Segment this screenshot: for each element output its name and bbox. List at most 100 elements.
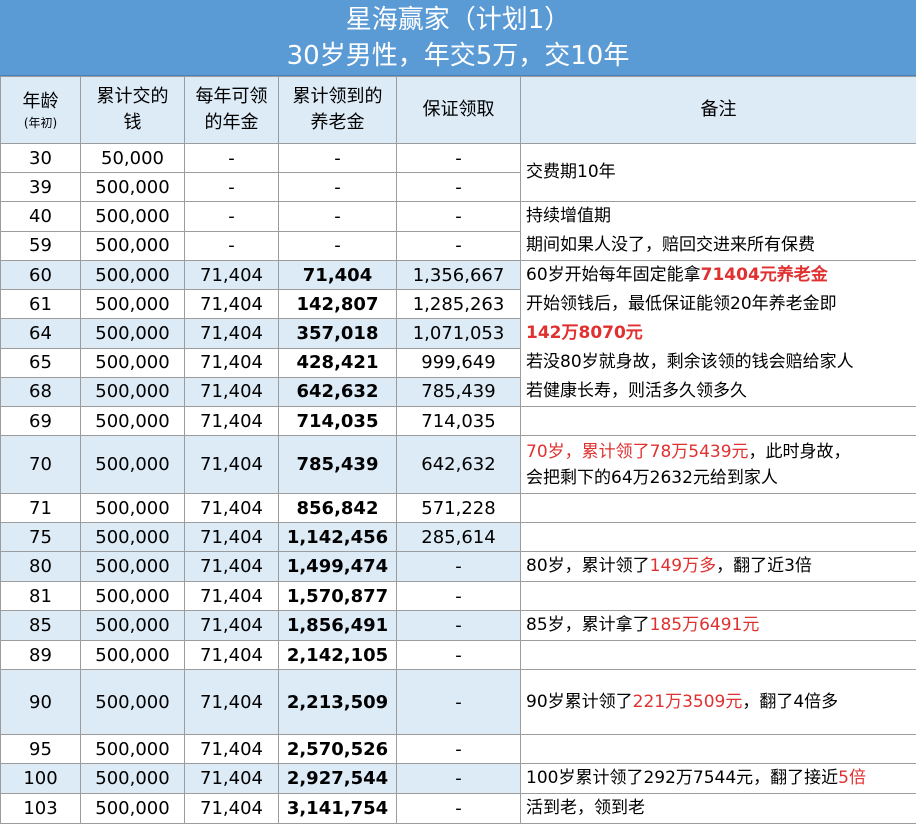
note-age-70: 70岁，累计领了78万5439元，此时身故， (526, 439, 916, 465)
cell-paid: 500,000 (81, 764, 185, 794)
cell-paid: 500,000 (81, 319, 185, 348)
cell-annuity: 71,404 (185, 407, 279, 436)
cell-paid: 500,000 (81, 436, 185, 494)
cell-note: 90岁累计领了221万3509元，翻了4倍多 (521, 670, 916, 735)
cell-paid: 500,000 (81, 735, 185, 764)
cell-age: 95 (1, 735, 81, 764)
cell-paid: 500,000 (81, 261, 185, 290)
cell-age: 60 (1, 261, 81, 290)
cell-annuity: 71,404 (185, 764, 279, 794)
cell-annuity: 71,404 (185, 290, 279, 319)
header-row: 年龄(年初) 累计交的钱 每年可领的年金 累计领到的养老金 保证领取 备注 (1, 77, 916, 144)
title-banner: 星海赢家（计划1） 30岁男性，年交5万，交10年 (0, 0, 916, 76)
table-row: 90500,00071,4042,213,509-90岁累计领了221万3509… (1, 670, 916, 735)
cell-note (521, 582, 916, 611)
cell-guaranteed: - (397, 144, 521, 173)
note-guarantee-amount: 142万8070元 (526, 319, 916, 348)
cell-cumulative: - (279, 144, 397, 173)
cell-guaranteed: - (397, 764, 521, 794)
plan-subtitle: 30岁男性，年交5万，交10年 (0, 38, 916, 74)
cell-note: 70岁，累计领了78万5439元，此时身故，会把剩下的64万2632元给到家人 (521, 436, 916, 494)
cell-guaranteed: 642,632 (397, 436, 521, 494)
cell-annuity: 71,404 (185, 552, 279, 582)
cell-note: 活到老，领到老 (521, 794, 916, 824)
cell-paid: 50,000 (81, 144, 185, 173)
cell-paid: 500,000 (81, 794, 185, 824)
plan-title: 星海赢家（计划1） (0, 0, 916, 38)
table-row: 103500,00071,4043,141,754-活到老，领到老 (1, 794, 916, 824)
cell-cumulative: - (279, 231, 397, 261)
cell-guaranteed: 1,071,053 (397, 319, 521, 348)
table-row: 3050,000---交费期10年 (1, 144, 916, 173)
cell-guaranteed: - (397, 794, 521, 824)
cell-guaranteed: - (397, 202, 521, 232)
cell-cumulative: 3,141,754 (279, 794, 397, 824)
cell-paid: 500,000 (81, 290, 185, 319)
cell-guaranteed: 1,285,263 (397, 290, 521, 319)
cell-guaranteed: - (397, 735, 521, 764)
cell-note: 80岁，累计领了149万多，翻了近3倍 (521, 552, 916, 582)
cell-age: 39 (1, 173, 81, 202)
note-start-annuity: 60岁开始每年固定能拿71404元养老金 (526, 261, 916, 290)
cell-age: 68 (1, 377, 81, 406)
note-age-70-family: 会把剩下的64万2632元给到家人 (526, 465, 916, 491)
cell-paid: 500,000 (81, 377, 185, 406)
note-growth-desc: 期间如果人没了，赔回交进来所有保费 (526, 231, 916, 260)
cell-age: 61 (1, 290, 81, 319)
cell-paid: 500,000 (81, 523, 185, 552)
cell-annuity: 71,404 (185, 377, 279, 406)
cell-cumulative: 2,142,105 (279, 641, 397, 670)
cell-paid: 500,000 (81, 494, 185, 523)
cell-paid: 500,000 (81, 611, 185, 641)
cell-cumulative: 1,142,456 (279, 523, 397, 552)
cell-guaranteed: - (397, 611, 521, 641)
cell-annuity: 71,404 (185, 436, 279, 494)
cell-cumulative: - (279, 173, 397, 202)
cell-note: 85岁，累计拿了185万6491元 (521, 611, 916, 641)
cell-annuity: - (185, 231, 279, 261)
cell-annuity: 71,404 (185, 794, 279, 824)
cell-cumulative: 642,632 (279, 377, 397, 406)
cell-cumulative: 1,570,877 (279, 582, 397, 611)
header-annuity: 每年可领的年金 (185, 77, 279, 144)
table-row: 69500,00071,404714,035714,035 (1, 407, 916, 436)
cell-note: 持续增值期期间如果人没了，赔回交进来所有保费 (521, 202, 916, 261)
cell-annuity: - (185, 202, 279, 232)
cell-cumulative: 1,499,474 (279, 552, 397, 582)
note-age-85: 85岁，累计拿了185万6491元 (526, 615, 759, 635)
cell-age: 59 (1, 231, 81, 261)
cell-age: 81 (1, 582, 81, 611)
note-age-103: 活到老，领到老 (526, 798, 645, 818)
note-growth-title: 持续增值期 (526, 202, 916, 231)
cell-cumulative: 2,927,544 (279, 764, 397, 794)
table-row: 89500,00071,4042,142,105- (1, 641, 916, 670)
cell-paid: 500,000 (81, 348, 185, 377)
cell-note (521, 523, 916, 552)
cell-annuity: 71,404 (185, 670, 279, 735)
cell-age: 80 (1, 552, 81, 582)
cell-annuity: 71,404 (185, 494, 279, 523)
cell-cumulative: 714,035 (279, 407, 397, 436)
cell-guaranteed: 1,356,667 (397, 261, 521, 290)
note-age-90: 90岁累计领了221万3509元，翻了4倍多 (526, 692, 838, 712)
table-row: 71500,00071,404856,842571,228 (1, 494, 916, 523)
cell-annuity: 71,404 (185, 611, 279, 641)
cell-note: 交费期10年 (521, 144, 916, 202)
note-age-100: 100岁累计领了292万7544元，翻了接近5倍 (526, 768, 866, 788)
cell-cumulative: 71,404 (279, 261, 397, 290)
cell-guaranteed: 785,439 (397, 377, 521, 406)
cell-cumulative: 142,807 (279, 290, 397, 319)
cell-note: 100岁累计领了292万7544元，翻了接近5倍 (521, 764, 916, 794)
note-guarantee: 开始领钱后，最低保证能领20年养老金即 (526, 290, 916, 319)
cell-cumulative: 428,421 (279, 348, 397, 377)
table-row: 40500,000---持续增值期期间如果人没了，赔回交进来所有保费 (1, 202, 916, 232)
note-payment-period: 交费期10年 (526, 162, 616, 182)
cell-note (521, 494, 916, 523)
cell-cumulative: - (279, 202, 397, 232)
cell-guaranteed: - (397, 173, 521, 202)
cell-age: 75 (1, 523, 81, 552)
cell-guaranteed: - (397, 641, 521, 670)
cell-annuity: 71,404 (185, 582, 279, 611)
cell-age: 103 (1, 794, 81, 824)
cell-paid: 500,000 (81, 552, 185, 582)
